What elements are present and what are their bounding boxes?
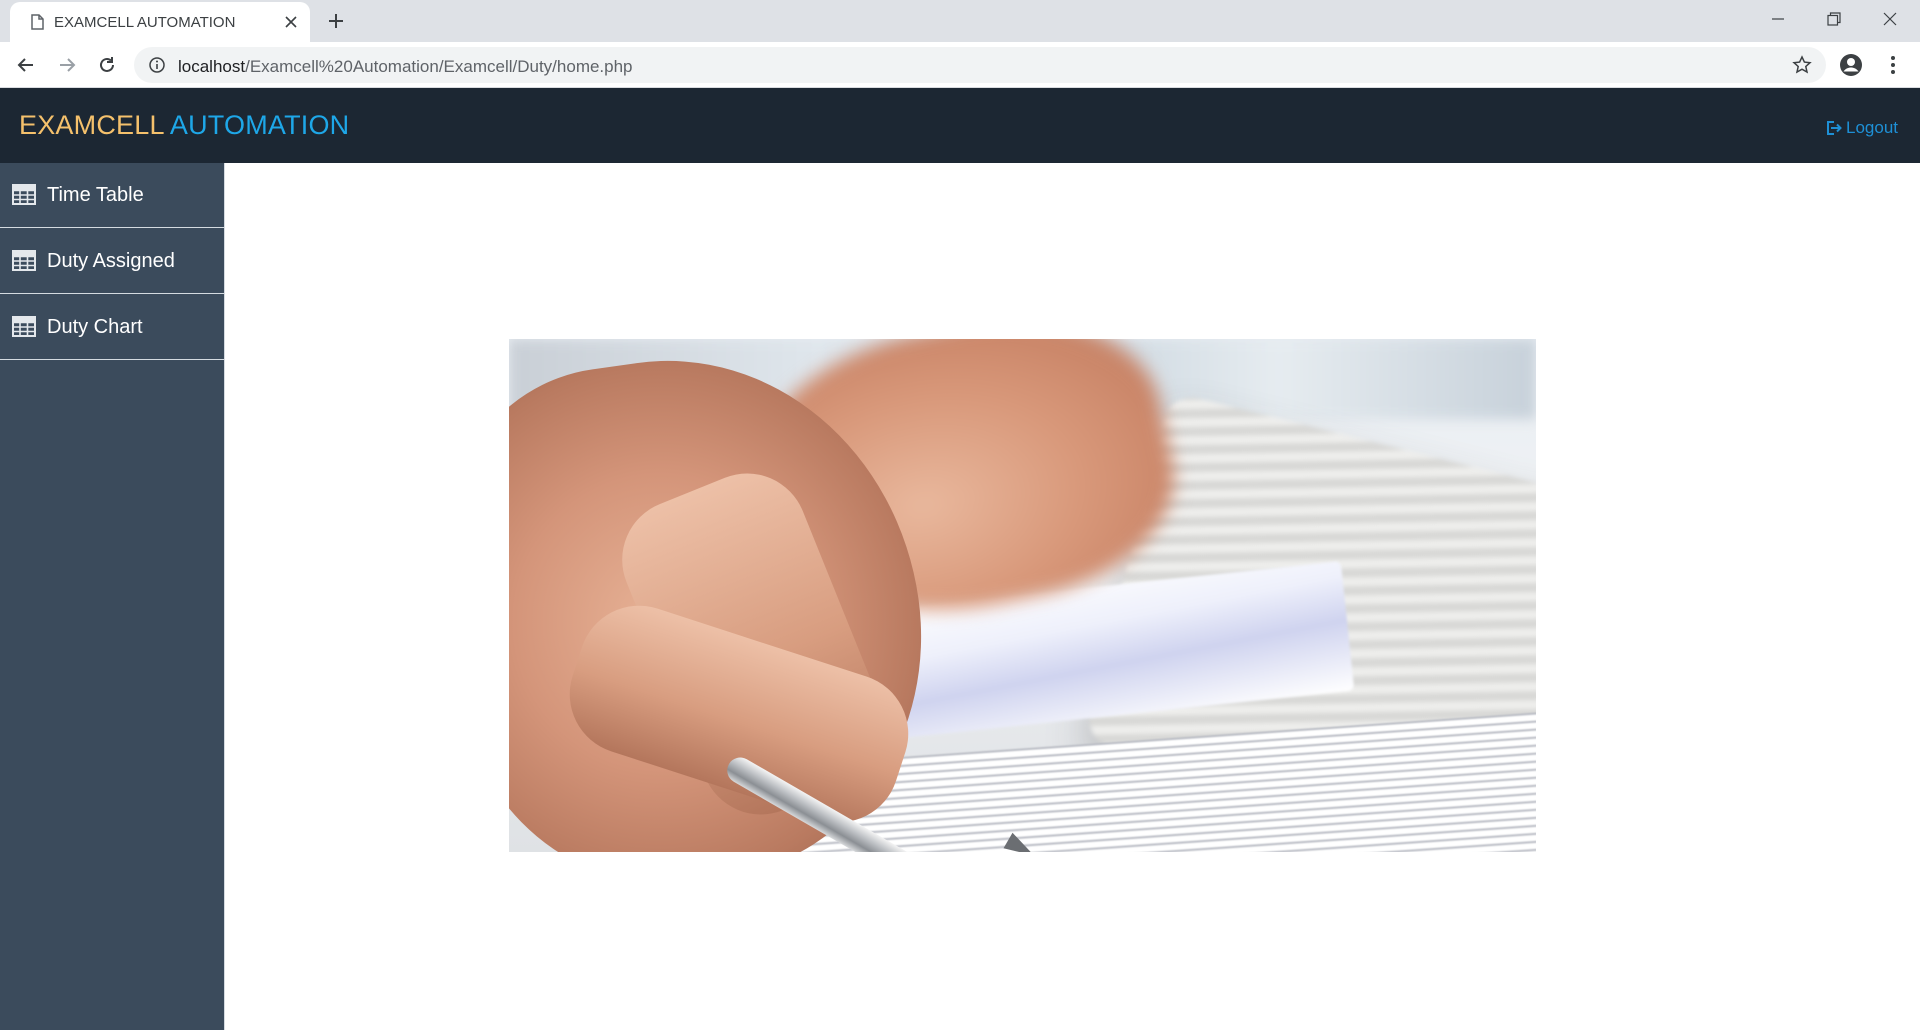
close-icon — [1883, 12, 1897, 26]
back-button[interactable] — [13, 52, 39, 78]
sidebar-item-label: Time Table — [47, 184, 144, 206]
close-window-button[interactable] — [1862, 0, 1918, 38]
hero-image-writing-hand — [509, 339, 1536, 852]
browser-tab[interactable]: EXAMCELL AUTOMATION — [10, 2, 310, 42]
brand-part2: AUTOMATION — [169, 110, 350, 140]
table-icon — [12, 184, 36, 205]
reload-button[interactable] — [94, 52, 120, 78]
sidebar-item-duty-chart[interactable]: Duty Chart — [0, 295, 224, 360]
brand-part1: EXAMCELL — [19, 110, 164, 140]
page-icon — [31, 14, 44, 30]
close-tab-icon[interactable] — [282, 13, 300, 31]
url-path: /Examcell%20Automation/Examcell/Duty/hom… — [245, 57, 633, 76]
logout-label: Logout — [1846, 118, 1898, 137]
minimize-button[interactable] — [1750, 0, 1806, 38]
info-icon[interactable] — [148, 56, 166, 74]
sidebar-item-time-table[interactable]: Time Table — [0, 163, 224, 228]
new-tab-icon[interactable] — [324, 9, 348, 33]
brand-logo[interactable]: EXAMCELL AUTOMATION — [19, 110, 349, 141]
profile-icon[interactable] — [1838, 52, 1864, 78]
restore-icon — [1827, 12, 1841, 26]
sidebar-item-label: Duty Chart — [47, 316, 143, 338]
address-bar[interactable]: localhost/Examcell%20Automation/Examcell… — [134, 47, 1826, 83]
sidebar: Time Table Duty Assigned Duty Chart — [0, 163, 225, 1030]
minimize-icon — [1772, 18, 1784, 20]
sidebar-item-duty-assigned[interactable]: Duty Assigned — [0, 229, 224, 294]
forward-button[interactable] — [54, 52, 80, 78]
arrow-right-icon — [60, 58, 76, 72]
arrow-left-icon — [17, 58, 33, 72]
browser-tab-strip: EXAMCELL AUTOMATION — [0, 0, 1920, 42]
reload-icon — [100, 57, 114, 72]
more-menu-icon[interactable] — [1880, 52, 1906, 78]
sidebar-item-label: Duty Assigned — [47, 250, 175, 272]
browser-toolbar: localhost/Examcell%20Automation/Examcell… — [0, 42, 1920, 88]
url-text[interactable]: localhost/Examcell%20Automation/Examcell… — [178, 57, 633, 77]
table-icon — [12, 250, 36, 271]
url-host: localhost — [178, 57, 246, 76]
logout-link[interactable]: Logout — [1825, 118, 1898, 138]
restore-button[interactable] — [1806, 0, 1862, 38]
top-navbar: EXAMCELL AUTOMATION Logout — [0, 88, 1920, 163]
bookmark-star-icon[interactable] — [1792, 55, 1812, 75]
tab-title: EXAMCELL AUTOMATION — [54, 14, 236, 31]
logout-icon — [1827, 121, 1842, 135]
table-icon — [12, 316, 36, 337]
